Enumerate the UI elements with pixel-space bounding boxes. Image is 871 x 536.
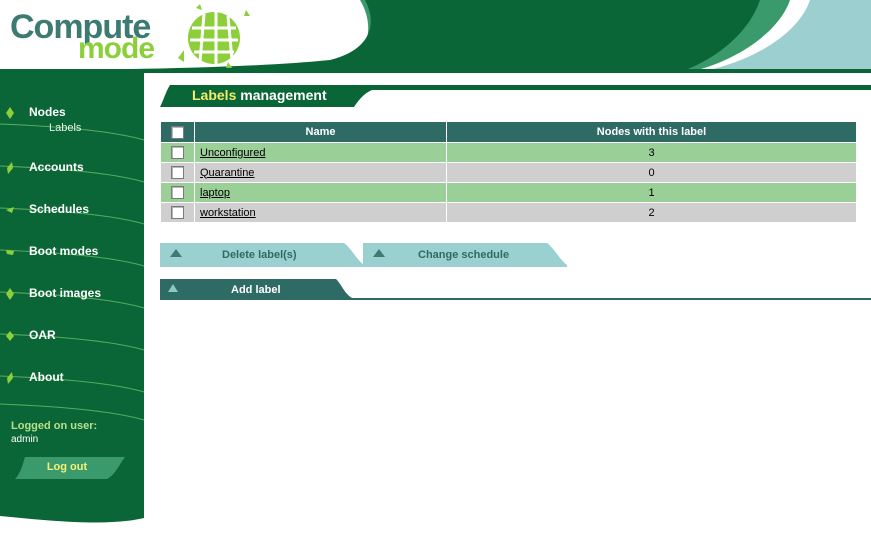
leaf-icon xyxy=(6,331,14,341)
change-schedule-button[interactable]: Change schedule xyxy=(363,243,567,267)
sidebar-item-label: Nodes xyxy=(29,105,66,119)
label-link[interactable]: Quarantine xyxy=(200,167,254,179)
row-checkbox[interactable] xyxy=(171,186,184,199)
leaf-icon xyxy=(6,207,14,213)
leaf-icon xyxy=(7,372,13,384)
column-header-nodes[interactable]: Nodes with this label xyxy=(446,121,857,143)
logged-on-label: Logged on user: xyxy=(11,420,98,432)
label-link[interactable]: workstation xyxy=(200,207,256,219)
column-header-name[interactable]: Name xyxy=(194,121,447,143)
count-cell: 3 xyxy=(446,142,857,163)
delete-labels-button[interactable]: Delete label(s) xyxy=(160,243,364,267)
table-row: workstation 2 xyxy=(160,202,857,223)
sidebar-item-boot-modes[interactable]: Boot modes xyxy=(0,237,144,273)
name-cell: Unconfigured xyxy=(194,142,447,163)
labels-table: Name Nodes with this label Unconfigured … xyxy=(160,121,857,223)
logged-user-name: admin xyxy=(11,434,39,445)
row-checkbox[interactable] xyxy=(171,206,184,219)
row-checkbox-cell xyxy=(160,202,195,223)
sidebar-item-label: Boot images xyxy=(29,286,102,300)
table-row: Quarantine 0 xyxy=(160,162,857,183)
add-label-label: Add label xyxy=(231,284,281,296)
leaf-icon xyxy=(6,288,14,300)
count-cell: 1 xyxy=(446,182,857,203)
row-checkbox-cell xyxy=(160,162,195,183)
row-checkbox[interactable] xyxy=(171,146,184,159)
sidebar-item-label: Boot modes xyxy=(29,244,99,258)
label-link[interactable]: Unconfigured xyxy=(200,147,265,159)
logout-label: Log out xyxy=(46,461,88,473)
change-schedule-label: Change schedule xyxy=(418,249,510,261)
leaf-icon xyxy=(7,162,13,174)
add-label-button[interactable]: Add label xyxy=(160,279,871,301)
select-all-checkbox[interactable] xyxy=(171,125,184,139)
sidebar-item-boot-images[interactable]: Boot images xyxy=(0,279,144,315)
page-title-highlight: Labels xyxy=(192,87,237,103)
leaf-icon xyxy=(6,250,14,255)
globe-logo-icon xyxy=(178,4,250,68)
logo-text-mode: mode xyxy=(78,32,155,65)
row-checkbox-cell xyxy=(160,182,195,203)
logout-button[interactable]: Log out xyxy=(15,457,125,479)
sidebar-item-accounts[interactable]: Accounts xyxy=(0,153,144,189)
table-row: Unconfigured 3 xyxy=(160,142,857,163)
delete-labels-label: Delete label(s) xyxy=(222,249,297,261)
sidebar-item-oar[interactable]: OAR xyxy=(0,321,144,357)
select-all-cell xyxy=(160,121,195,143)
page-title: Labels management xyxy=(192,87,327,103)
sidebar-item-label: OAR xyxy=(29,328,56,342)
table-row: laptop 1 xyxy=(160,182,857,203)
sidebar-subitem-labels[interactable]: Labels xyxy=(49,122,81,134)
table-header-row: Name Nodes with this label xyxy=(160,121,857,143)
sidebar-item-schedules[interactable]: Schedules xyxy=(0,195,144,231)
name-cell: workstation xyxy=(194,202,447,223)
header: Compute mode xyxy=(0,0,871,80)
sidebar-item-label: Accounts xyxy=(29,160,84,174)
page-title-rest: management xyxy=(236,87,327,103)
row-checkbox-cell xyxy=(160,142,195,163)
name-cell: Quarantine xyxy=(194,162,447,183)
leaf-icon xyxy=(6,107,14,119)
label-link[interactable]: laptop xyxy=(200,187,230,199)
page-title-bar: Labels management xyxy=(160,85,871,107)
sidebar-item-label: About xyxy=(29,370,64,384)
name-cell: laptop xyxy=(194,182,447,203)
logo[interactable]: Compute mode xyxy=(0,0,250,70)
count-cell: 2 xyxy=(446,202,857,223)
sidebar-item-about[interactable]: About xyxy=(0,363,144,399)
sidebar: Nodes Labels Accounts Schedules Boot mod… xyxy=(0,70,144,536)
sidebar-item-label: Schedules xyxy=(29,202,90,216)
count-cell: 0 xyxy=(446,162,857,183)
row-checkbox[interactable] xyxy=(171,166,184,179)
main-content: Labels management Name Nodes with this l… xyxy=(144,70,871,536)
